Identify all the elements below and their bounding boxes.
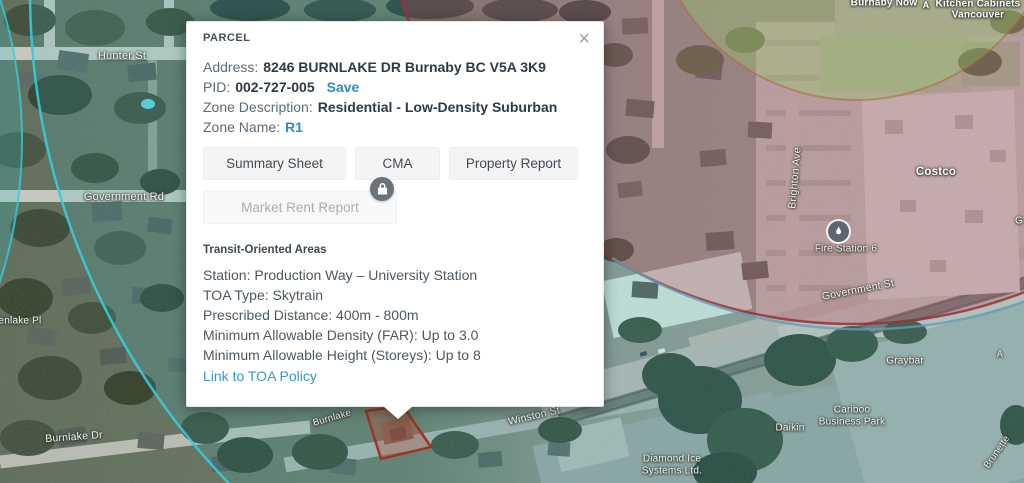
close-icon[interactable]: × (578, 29, 590, 49)
toa-height-line: Minimum Allowable Height (Storeys): Up t… (203, 345, 587, 365)
toa-policy-link[interactable]: Link to TOA Policy (203, 366, 317, 386)
parcel-popup: PARCEL × Address: 8246 BURNLAKE DR Burnab… (186, 21, 604, 407)
pid-label: PID: (203, 79, 230, 95)
pid-value: 002-727-005 (235, 79, 314, 95)
zone-name-row: Zone Name: R1 (203, 117, 587, 137)
address-row: Address: 8246 BURNLAKE DR Burnaby BC V5A … (203, 57, 587, 77)
toa-section: Station: Production Way – University Sta… (203, 265, 587, 386)
pid-row: PID: 002-727-005 Save (203, 77, 587, 97)
market-rent-report-label: Market Rent Report (241, 200, 359, 215)
market-rent-report-button[interactable]: Market Rent Report (203, 191, 397, 224)
zone-name-label: Zone Name: (203, 119, 280, 135)
zone-description-value: Residential - Low-Density Suburban (318, 99, 558, 115)
summary-sheet-button[interactable]: Summary Sheet (203, 147, 346, 180)
toa-station-line: Station: Production Way – University Sta… (203, 265, 587, 285)
address-label: Address: (203, 59, 258, 75)
toa-distance-line: Prescribed Distance: 400m - 800m (203, 305, 587, 325)
zone-description-row: Zone Description: Residential - Low-Densi… (203, 97, 587, 117)
toa-type-line: TOA Type: Skytrain (203, 285, 587, 305)
cma-button[interactable]: CMA (355, 147, 440, 180)
toa-density-line: Minimum Allowable Density (FAR): Up to 3… (203, 325, 587, 345)
zone-description-label: Zone Description: (203, 99, 313, 115)
lock-icon (370, 177, 394, 201)
property-report-button[interactable]: Property Report (449, 147, 578, 180)
parcel-fields: Address: 8246 BURNLAKE DR Burnaby BC V5A … (203, 57, 587, 137)
address-value: 8246 BURNLAKE DR Burnaby BC V5A 3K9 (263, 59, 546, 75)
map-app-screen: Hunter StGovernment Rdenlake PlBurnlake … (0, 0, 1024, 483)
zone-name-link[interactable]: R1 (285, 119, 303, 135)
fire-station-icon (828, 221, 849, 242)
report-buttons: Summary Sheet CMA Property Report (203, 147, 587, 180)
toa-heading: Transit-Oriented Areas (203, 244, 587, 256)
popup-title: PARCEL (203, 32, 587, 44)
save-link[interactable]: Save (327, 79, 360, 95)
